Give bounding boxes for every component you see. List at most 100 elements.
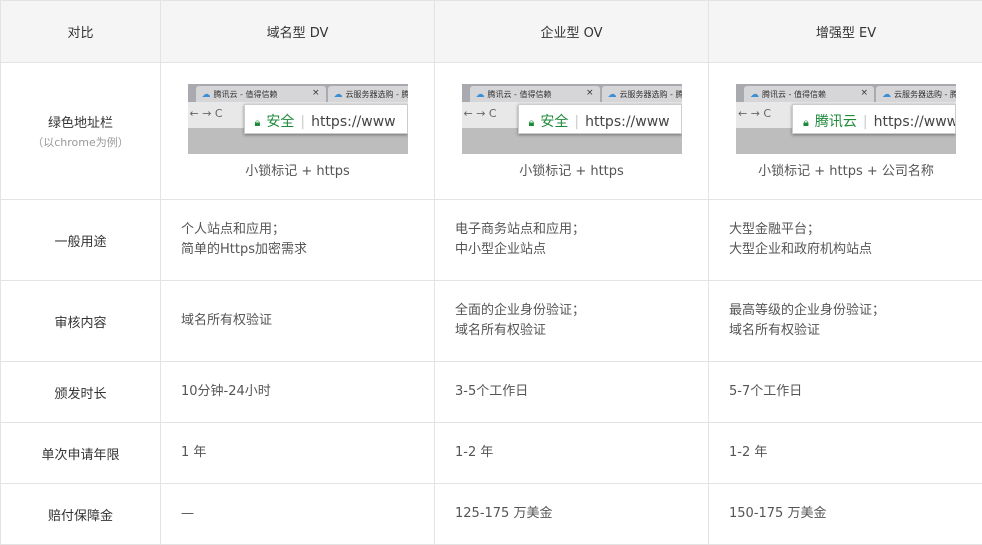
caption: 小锁标记 + https + 公司名称 <box>709 160 982 179</box>
table-cell: — <box>161 484 435 545</box>
tab-bar: ☁腾讯云 - 值得信赖 × ☁云服务器选购 - 腾 <box>462 84 682 102</box>
browser-tab: ☁腾讯云 - 值得信赖 × <box>196 86 326 102</box>
cell-line: 150-175 万美金 <box>729 504 982 524</box>
table-row: 单次申请年限 1 年 1-2 年 1-2 年 <box>1 423 982 484</box>
table-cell: 大型金融平台；大型企业和政府机构站点 <box>709 200 982 281</box>
cloud-icon: ☁ <box>882 90 891 100</box>
cloud-icon: ☁ <box>750 90 759 100</box>
chrome-screenshot: ☁腾讯云 - 值得信赖× ☁云服务器选购 - 腾 ← → C 🔒︎安全|http… <box>188 84 408 154</box>
cell-line: 域名所有权验证 <box>455 321 708 341</box>
cell-line: 3-5个工作日 <box>455 382 708 402</box>
header-dv: 域名型 DV <box>161 1 435 63</box>
url-text: https://www <box>311 114 396 130</box>
cell-line: 1 年 <box>181 443 434 463</box>
row-label: 一般用途 <box>1 200 161 281</box>
cell-line: 域名所有权验证 <box>729 321 982 341</box>
close-icon: × <box>312 88 320 98</box>
table-cell: 10分钟-24小时 <box>161 362 435 423</box>
table-cell: 全面的企业身份验证；域名所有权验证 <box>435 281 709 362</box>
cell-line: 10分钟-24小时 <box>181 382 434 402</box>
divider: | <box>300 114 305 130</box>
url-text: https://www <box>585 114 670 130</box>
browser-tab: ☁云服务器选购 - 腾 <box>328 86 408 102</box>
tab-title: 云服务器选购 - 腾 <box>620 90 682 99</box>
label-subtext: （以chrome为例） <box>1 134 160 150</box>
table-cell: 150-175 万美金 <box>709 484 982 545</box>
header-row: 对比 域名型 DV 企业型 OV 增强型 EV <box>1 1 982 63</box>
browser-tab: ☁腾讯云 - 值得信赖 × <box>744 86 874 102</box>
tab-title: 云服务器选购 - 腾 <box>894 90 956 99</box>
table-row: 审核内容域名所有权验证全面的企业身份验证；域名所有权验证最高等级的企业身份验证；… <box>1 281 982 362</box>
label-text: 绿色地址栏 <box>48 116 113 131</box>
chrome-screenshot: ☁腾讯云 - 值得信赖× ☁云服务器选购 - 腾 ← → C 🔒︎安全|http… <box>462 84 682 154</box>
cell-line: — <box>181 504 434 524</box>
address-bar: 🔒︎ 腾讯云 | https://www <box>792 104 956 134</box>
close-icon: × <box>586 88 594 98</box>
cell-line: 125-175 万美金 <box>455 504 708 524</box>
browser-screenshot-cell: ☁腾讯云 - 值得信赖× ☁云服务器选购 - 腾 ← → C 🔒︎安全|http… <box>435 63 709 200</box>
cloud-icon: ☁ <box>476 90 485 100</box>
tab-bar: ☁腾讯云 - 值得信赖× ☁云服务器选购 - 腾 <box>736 84 956 102</box>
divider: | <box>863 114 868 130</box>
tab-title: 云服务器选购 - 腾 <box>346 90 408 99</box>
lock-icon: 🔒︎ <box>255 116 261 129</box>
row-label: 单次申请年限 <box>1 423 161 484</box>
cloud-icon: ☁ <box>334 90 343 100</box>
cell-line: 1-2 年 <box>455 443 708 463</box>
header-ov: 企业型 OV <box>435 1 709 63</box>
table-cell: 3-5个工作日 <box>435 362 709 423</box>
cell-line: 域名所有权验证 <box>181 311 434 331</box>
security-text: 腾讯云 <box>815 114 857 130</box>
row-label: 赔付保障金 <box>1 484 161 545</box>
lock-icon: 🔒︎ <box>803 116 809 129</box>
table-cell: 1 年 <box>161 423 435 484</box>
table-cell: 1-2 年 <box>709 423 982 484</box>
table-cell: 域名所有权验证 <box>161 281 435 362</box>
cell-line: 最高等级的企业身份验证； <box>729 301 982 321</box>
cell-line: 个人站点和应用； <box>181 220 434 240</box>
row-label: 颁发时长 <box>1 362 161 423</box>
header-compare: 对比 <box>1 1 161 63</box>
browser-row: 绿色地址栏（以chrome为例） ☁腾讯云 - 值得信赖× ☁云服务器选购 - … <box>1 63 982 200</box>
cloud-icon: ☁ <box>202 90 211 100</box>
cell-line: 全面的企业身份验证； <box>455 301 708 321</box>
table-cell: 1-2 年 <box>435 423 709 484</box>
security-text: 安全 <box>266 114 294 130</box>
table-row: 颁发时长 10分钟-24小时 3-5个工作日 5-7个工作日 <box>1 362 982 423</box>
tab-title: 腾讯云 - 值得信赖 <box>488 90 552 99</box>
table-cell: 个人站点和应用；简单的Https加密需求 <box>161 200 435 281</box>
browser-tab: ☁云服务器选购 - 腾 <box>876 86 956 102</box>
browser-screenshot-cell: ☁腾讯云 - 值得信赖× ☁云服务器选购 - 腾 ← → C 🔒︎腾讯云|htt… <box>709 63 982 200</box>
table-cell: 125-175 万美金 <box>435 484 709 545</box>
cell-line: 大型企业和政府机构站点 <box>729 240 982 260</box>
table-row: 赔付保障金 — 125-175 万美金 150-175 万美金 <box>1 484 982 545</box>
caption: 小锁标记 + https <box>161 160 434 179</box>
cell-line: 电子商务站点和应用； <box>455 220 708 240</box>
address-bar: 🔒︎ 安全 | https://www <box>518 104 682 134</box>
header-ev: 增强型 EV <box>709 1 982 63</box>
cell-line: 中小型企业站点 <box>455 240 708 260</box>
tab-bar: ☁腾讯云 - 值得信赖× ☁云服务器选购 - 腾 <box>188 84 408 102</box>
address-bar: 🔒︎ 安全 | https://www <box>244 104 408 134</box>
divider: | <box>574 114 579 130</box>
cell-line: 1-2 年 <box>729 443 982 463</box>
ssl-comparison-table: 对比 域名型 DV 企业型 OV 增强型 EV 绿色地址栏 （以chrome为例）… <box>0 0 982 545</box>
tab-title: 腾讯云 - 值得信赖 <box>214 90 278 99</box>
security-text: 安全 <box>540 114 568 130</box>
browser-screenshot-cell: ☁腾讯云 - 值得信赖× ☁云服务器选购 - 腾 ← → C 🔒︎安全|http… <box>161 63 435 200</box>
cell-line: 简单的Https加密需求 <box>181 240 434 260</box>
tab-title: 腾讯云 - 值得信赖 <box>762 90 826 99</box>
table-cell: 电子商务站点和应用；中小型企业站点 <box>435 200 709 281</box>
url-text: https://www <box>874 114 956 130</box>
browser-tab: ☁云服务器选购 - 腾 <box>602 86 682 102</box>
row-label: 审核内容 <box>1 281 161 362</box>
row-label: 绿色地址栏 （以chrome为例） <box>1 63 161 200</box>
lock-icon: 🔒︎ <box>529 116 535 129</box>
chrome-screenshot: ☁腾讯云 - 值得信赖× ☁云服务器选购 - 腾 ← → C 🔒︎腾讯云|htt… <box>736 84 956 154</box>
browser-tab: ☁腾讯云 - 值得信赖 × <box>470 86 600 102</box>
close-icon: × <box>860 88 868 98</box>
table-cell: 5-7个工作日 <box>709 362 982 423</box>
cell-line: 大型金融平台； <box>729 220 982 240</box>
cell-line: 5-7个工作日 <box>729 382 982 402</box>
table-cell: 最高等级的企业身份验证；域名所有权验证 <box>709 281 982 362</box>
